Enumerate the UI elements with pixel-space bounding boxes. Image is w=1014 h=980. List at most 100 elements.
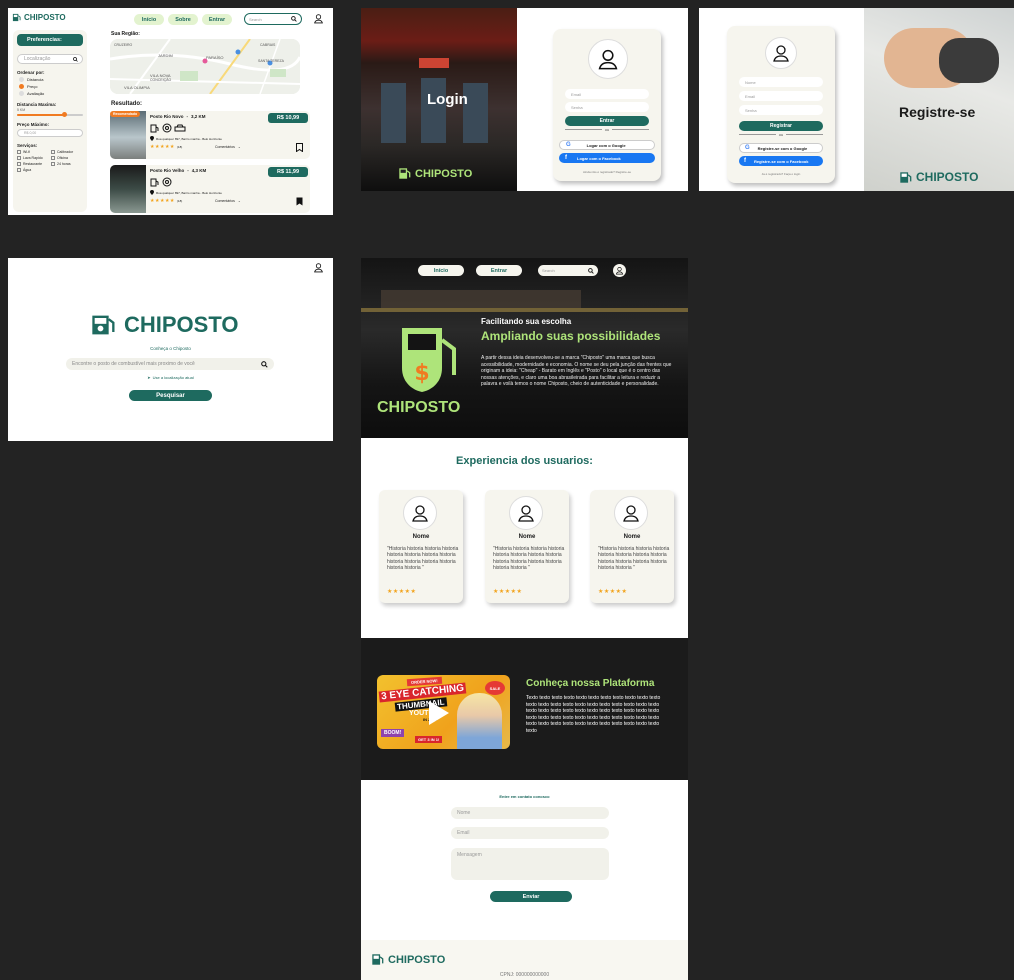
slider-handle[interactable] bbox=[61, 112, 67, 117]
service-wifi[interactable]: Wi-fi bbox=[17, 150, 49, 154]
service-car-wash[interactable]: Lava Rapido bbox=[17, 156, 49, 160]
nav-home[interactable]: Início bbox=[418, 265, 464, 276]
bookmark-filled-icon[interactable] bbox=[296, 197, 303, 206]
password-field[interactable]: Senha bbox=[565, 102, 649, 112]
nav-login[interactable]: Entrar bbox=[202, 14, 232, 25]
register-button[interactable]: Registrar bbox=[739, 121, 823, 131]
station-address: Rua qualquer 897, Bairro manha - Belo Ho… bbox=[156, 190, 222, 195]
login-link[interactable]: Ja é registrado? Faça o login bbox=[727, 172, 835, 176]
user-profile-icon[interactable] bbox=[313, 13, 324, 24]
brand-name: CHIPOSTO bbox=[24, 13, 66, 22]
hero-subtitle: Facilitando sua escolha bbox=[481, 317, 572, 326]
contact-title[interactable]: Entre em contato conosco bbox=[361, 794, 688, 799]
contact-message-field[interactable]: Mensagem bbox=[451, 848, 609, 880]
google-register-button[interactable]: G Registre-se com o Google bbox=[739, 143, 823, 153]
facebook-login-button[interactable]: f Logar com o Facebook bbox=[559, 153, 655, 163]
footer-cnpj: CPNJ: 000000000000 bbox=[499, 972, 550, 978]
result-card[interactable]: Posto Rio Velho - 4,3 KM R$ 11,99 Rua qu… bbox=[110, 165, 310, 213]
name-field[interactable]: Nome bbox=[739, 77, 823, 87]
use-location-link[interactable]: ➤ Use a localização atual bbox=[8, 375, 333, 380]
home-search-input[interactable]: Encontre o posto de combustível mais pro… bbox=[66, 358, 274, 370]
station-photo bbox=[110, 111, 146, 159]
comments-dropdown[interactable]: Comentários ⌄ bbox=[215, 145, 241, 149]
know-chiposto-link[interactable]: Conheça o Chiposto bbox=[8, 346, 333, 351]
sort-option-rating[interactable]: Avaliação bbox=[19, 91, 81, 96]
about-landing-page: Início Entrar Search $ CHIPOSTO Facilita… bbox=[361, 258, 688, 980]
nav-login[interactable]: Entrar bbox=[476, 265, 522, 276]
service-24h[interactable]: 24 horas bbox=[51, 162, 83, 166]
home-screen: CHIPOSTO Conheça o Chiposto Encontre o p… bbox=[8, 258, 333, 441]
hero-title: Ampliando suas possibilidades bbox=[481, 329, 661, 343]
location-input[interactable]: Localização bbox=[17, 54, 83, 64]
user-avatar-button[interactable] bbox=[613, 264, 626, 277]
play-button[interactable] bbox=[429, 701, 449, 725]
radio-checked-icon bbox=[19, 84, 24, 89]
register-card: Nome Email Senha Registrar ou G Registre-… bbox=[727, 26, 835, 183]
preferences-sidebar: Preferencias: Localização Ordenar por: D… bbox=[13, 30, 87, 212]
station-photo bbox=[110, 165, 146, 213]
distance-title: Distancia Maxima: bbox=[17, 102, 57, 107]
header-search-input[interactable]: Search bbox=[244, 13, 302, 25]
google-login-button[interactable]: G Logar com o Google bbox=[559, 140, 655, 150]
review-card: Nome "Historia historia historia histori… bbox=[590, 490, 674, 603]
review-count: (18) bbox=[176, 145, 183, 149]
email-field[interactable]: Email bbox=[565, 89, 649, 99]
footer-logo: CHIPOSTO bbox=[371, 953, 445, 966]
thumb-boom: BOOM! bbox=[381, 729, 405, 737]
register-link[interactable]: Ainda não é registrado? Registre-se bbox=[553, 170, 661, 174]
user-profile-icon[interactable] bbox=[313, 262, 324, 273]
facebook-register-button[interactable]: f Registre-se com o Facebook bbox=[739, 156, 823, 166]
max-price-input[interactable]: R$ 0,00 bbox=[17, 129, 83, 137]
nav-about[interactable]: Sobre bbox=[168, 14, 198, 25]
fuel-pump-icon bbox=[150, 124, 159, 133]
fuel-nozzle-photo bbox=[864, 8, 1014, 191]
rating-stars: ★★★★★ bbox=[150, 144, 175, 150]
password-field[interactable]: Senha bbox=[739, 105, 823, 115]
checkbox-icon bbox=[17, 168, 21, 172]
service-workshop[interactable]: Oficina bbox=[51, 156, 83, 160]
contact-email-field[interactable]: Email bbox=[451, 827, 609, 839]
region-map[interactable]: CRUZEIRO JARDIM PARAÍSO SANTA TEREZA VIL… bbox=[110, 39, 300, 94]
map-label: SANTA TEREZA bbox=[258, 59, 284, 63]
avatar-circle bbox=[614, 496, 648, 530]
sort-option-price[interactable]: Preço bbox=[19, 84, 81, 89]
nav-home[interactable]: Início bbox=[134, 14, 164, 25]
search-icon bbox=[261, 360, 268, 368]
service-calibrator[interactable]: Calibrador bbox=[51, 150, 83, 154]
comments-dropdown[interactable]: Comentários ⌄ bbox=[215, 199, 241, 203]
distance-slider[interactable] bbox=[17, 112, 83, 117]
user-icon bbox=[615, 267, 624, 275]
price-title: Preço Máximo: bbox=[17, 122, 50, 127]
service-restaurant[interactable]: Restaurante bbox=[17, 162, 49, 166]
avatar-circle bbox=[765, 37, 797, 69]
sort-option-distance[interactable]: Distancia bbox=[19, 77, 81, 82]
search-button[interactable]: Pesquisar bbox=[129, 390, 212, 401]
user-icon bbox=[412, 505, 428, 522]
result-card[interactable]: Recomendado Posto Rio Novo - 3,2 KM R$ 1… bbox=[110, 111, 310, 159]
email-field[interactable]: Email bbox=[739, 91, 823, 101]
svg-text:$: $ bbox=[414, 361, 429, 386]
bookmark-outline-icon[interactable] bbox=[296, 143, 303, 152]
preferences-header: Preferencias: bbox=[17, 34, 83, 46]
login-brand-logo: CHIPOSTO bbox=[398, 167, 472, 180]
login-button[interactable]: Entrar bbox=[565, 116, 649, 126]
app-logo[interactable]: CHIPOSTO bbox=[12, 13, 66, 22]
user-icon bbox=[623, 505, 639, 522]
contact-name-field[interactable]: Nome bbox=[451, 807, 609, 819]
fuel-pump-icon bbox=[150, 178, 159, 187]
video-thumbnail[interactable]: ORDER NOW! 3 EYE CATCHING THUMBNAIL YOUT… bbox=[377, 675, 510, 749]
checkbox-icon bbox=[17, 162, 21, 166]
map-label: CABRAIS bbox=[260, 43, 276, 47]
map-label: JARDIM bbox=[158, 53, 173, 58]
search-icon bbox=[73, 56, 78, 62]
sort-title: Ordenar por: bbox=[17, 70, 45, 75]
price-tag: R$ 11,99 bbox=[268, 167, 308, 177]
header-search-input[interactable]: Search bbox=[538, 265, 598, 276]
review-stars: ★★★★★ bbox=[598, 589, 628, 595]
service-water[interactable]: Água bbox=[17, 168, 49, 172]
hero-brand-name: CHIPOSTO bbox=[377, 399, 461, 416]
search-results-screen: CHIPOSTO Início Sobre Entrar Search Pref… bbox=[8, 8, 333, 215]
recommended-badge: Recomendado bbox=[110, 111, 141, 117]
contact-submit-button[interactable]: Enviar bbox=[490, 891, 572, 902]
search-icon bbox=[588, 267, 594, 274]
